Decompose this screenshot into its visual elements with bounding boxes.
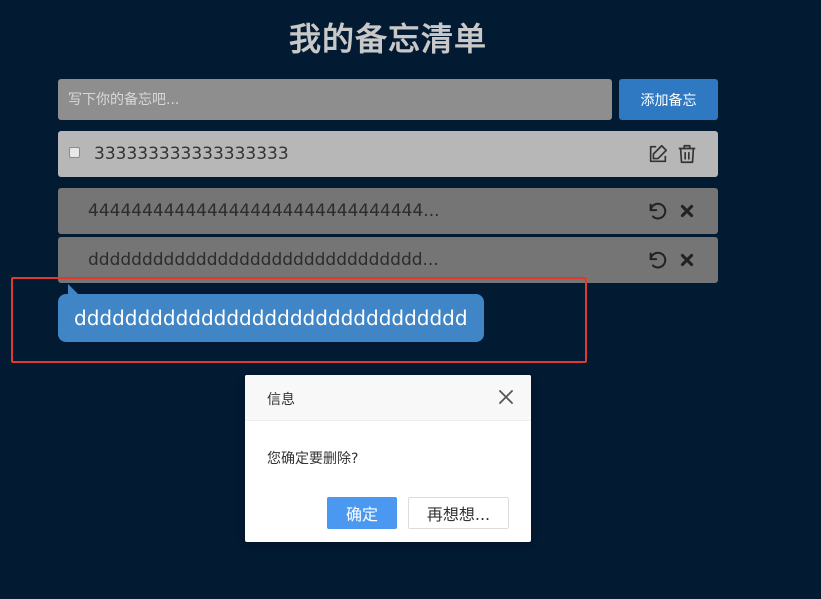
edit-icon[interactable]: [647, 143, 669, 165]
close-icon[interactable]: [676, 249, 698, 271]
active-note-row: 333333333333333333: [58, 131, 718, 177]
confirm-button[interactable]: 确定: [327, 497, 397, 529]
full-text-tooltip: ddddddddddddddddddddddddddddddd: [58, 294, 484, 342]
note-input[interactable]: [58, 79, 612, 120]
dialog-header: 信息: [245, 375, 531, 421]
page-title: 我的备忘清单: [288, 20, 487, 58]
note-text: ddddddddddddddddddddddddddddddd...: [88, 250, 439, 270]
done-note-row: 4444444444444444444444444444444...: [58, 188, 718, 234]
add-note-button[interactable]: 添加备忘: [619, 79, 718, 120]
note-text: 4444444444444444444444444444444...: [88, 201, 440, 221]
note-text: 333333333333333333: [94, 144, 289, 164]
undo-icon[interactable]: [647, 200, 669, 222]
confirm-dialog: 信息 您确定要删除? 确定 再想想...: [245, 375, 531, 542]
cancel-button[interactable]: 再想想...: [408, 497, 509, 529]
dialog-title: 信息: [267, 392, 295, 408]
note-checkbox[interactable]: [69, 147, 80, 158]
close-icon[interactable]: [676, 200, 698, 222]
dialog-message: 您确定要删除?: [267, 451, 359, 467]
close-icon[interactable]: [497, 388, 515, 406]
trash-icon[interactable]: [676, 143, 698, 165]
undo-icon[interactable]: [647, 249, 669, 271]
